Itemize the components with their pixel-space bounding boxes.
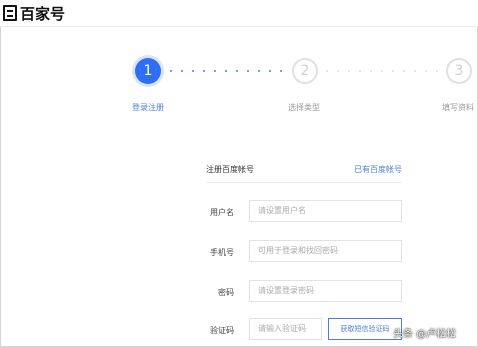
form-title: 注册百度帐号: [206, 165, 254, 174]
captcha-label: 验证码: [210, 326, 234, 335]
step-2-circle: 2: [292, 58, 318, 84]
logo-text: 百家号: [20, 4, 66, 23]
step-2-label: 选择类型: [288, 103, 320, 112]
phone-input[interactable]: 可用于登录和找回密码: [249, 240, 402, 262]
step-3-label: 填写资料: [442, 103, 474, 112]
step-1-circle: 1: [135, 58, 161, 84]
phone-label: 手机号: [210, 248, 234, 257]
watermark-text: 头条 @卢松松: [393, 329, 457, 340]
username-input[interactable]: 请设置用户名: [249, 200, 402, 222]
step-3-circle: 3: [446, 58, 472, 84]
captcha-input[interactable]: 请输入验证码: [249, 318, 322, 340]
existing-account-link[interactable]: 已有百度帐号: [354, 164, 402, 175]
baijiahao-logo[interactable]: 百家号: [3, 3, 65, 23]
password-input[interactable]: 请设置登录密码: [249, 280, 402, 302]
step-connector-2: [326, 70, 442, 72]
baijiahao-logo-icon: [3, 5, 17, 21]
top-bar: 百家号: [0, 0, 478, 27]
step-1-label: 登录注册: [132, 103, 164, 112]
username-label: 用户名: [210, 208, 234, 217]
step-connector-1: [170, 70, 288, 72]
get-sms-code-button[interactable]: 获取短信验证码: [328, 318, 402, 340]
password-label: 密码: [218, 288, 234, 297]
form-header: 注册百度帐号 已有百度帐号: [206, 162, 402, 183]
